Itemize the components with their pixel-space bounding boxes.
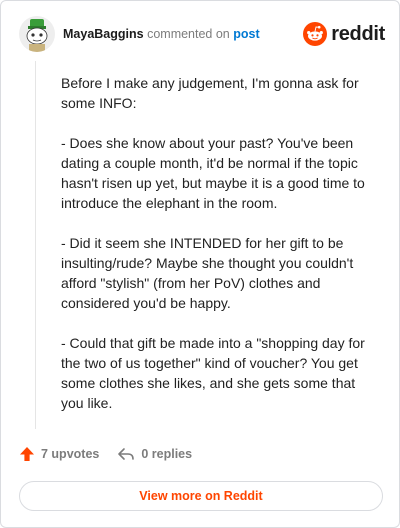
byline-verb: commented on bbox=[147, 27, 230, 41]
comment-header: MayaBaggins commented on post reddit bbox=[19, 15, 385, 53]
comment-card: MayaBaggins commented on post reddit Bef… bbox=[0, 0, 400, 528]
view-more-button[interactable]: View more on Reddit bbox=[19, 481, 383, 511]
comment-byline: MayaBaggins commented on post bbox=[63, 27, 260, 41]
comment-paragraph: - Could that gift be made into a "shoppi… bbox=[61, 335, 365, 411]
upvote-count: 7 upvotes bbox=[41, 447, 100, 461]
comment-paragraph: - Does she know about your past? You've … bbox=[61, 135, 365, 211]
reply-button[interactable]: 0 replies bbox=[117, 446, 192, 462]
username[interactable]: MayaBaggins bbox=[63, 27, 144, 41]
thread-line[interactable] bbox=[35, 61, 36, 429]
reply-arrow-icon bbox=[118, 448, 135, 460]
reddit-brand[interactable]: reddit bbox=[303, 22, 385, 46]
snoo-avatar-icon bbox=[19, 16, 55, 52]
upvote-arrow-icon bbox=[20, 447, 34, 461]
comment-actions: 7 upvotes 0 replies bbox=[19, 443, 381, 465]
reddit-logo-icon bbox=[303, 22, 328, 46]
avatar[interactable] bbox=[19, 16, 55, 52]
upvote-button[interactable]: 7 upvotes bbox=[19, 446, 99, 462]
post-link[interactable]: post bbox=[233, 27, 259, 41]
comment-body: Before I make any judgement, I'm gonna a… bbox=[61, 73, 379, 433]
reddit-wordmark: reddit bbox=[331, 22, 385, 45]
comment-paragraph: - Did it seem she INTENDED for her gift … bbox=[61, 235, 354, 311]
comment-paragraph: Before I make any judgement, I'm gonna a… bbox=[61, 75, 359, 111]
reply-count: 0 replies bbox=[141, 447, 193, 461]
